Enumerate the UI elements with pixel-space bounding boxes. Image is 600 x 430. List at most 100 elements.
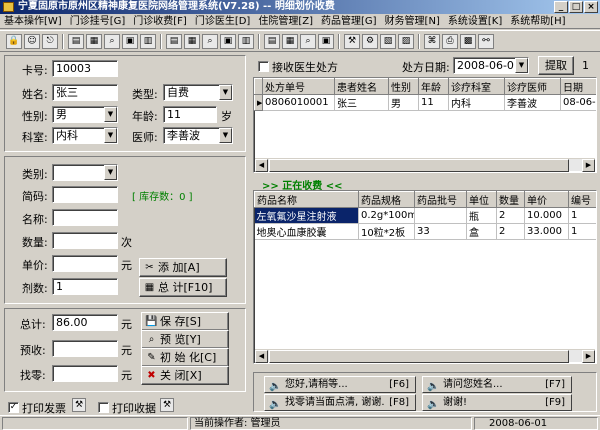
qty-input[interactable]	[52, 232, 118, 249]
form-icon[interactable]: ▦	[86, 34, 102, 49]
chevron-down-icon[interactable]: ▼	[104, 165, 117, 180]
table-cell[interactable]: 1	[568, 207, 596, 224]
print-icon[interactable]: ⎙	[442, 34, 458, 49]
column-header[interactable]: 药品批号	[414, 191, 467, 208]
form-icon[interactable]: ▦	[184, 34, 200, 49]
print-invoice-checkbox[interactable]: ✓	[8, 402, 19, 413]
voice-change-button[interactable]: 🔈 找零请当面点清, 谢谢. [F8]	[264, 394, 416, 411]
age-input[interactable]: 11	[163, 106, 217, 123]
voice-ask-name-button[interactable]: 🔈 请问您姓名... [F7]	[422, 376, 572, 393]
table-row[interactable]: 地奥心血康胶囊 10粒*2板 33 盒 2 33.000 1	[254, 223, 596, 240]
minimize-button[interactable]: _	[554, 1, 568, 13]
add-button[interactable]: ✂ 添 加[A]	[139, 258, 227, 277]
table-row[interactable]: 左氧氟沙星注射液 0.2g*100ml 瓶 2 10.000 1	[254, 207, 596, 224]
receive-prescription-checkbox[interactable]	[258, 61, 269, 72]
table-cell[interactable]: 张三	[334, 94, 389, 111]
binoculars-icon[interactable]: ⚯	[478, 34, 494, 49]
menu-outpatient-charge[interactable]: 门诊收费[F]	[129, 14, 191, 28]
scroll-thumb[interactable]	[269, 159, 569, 172]
prescription-date-picker[interactable]: 2008-06-01 ▼	[453, 57, 529, 74]
window-icon[interactable]: ▤	[264, 34, 280, 49]
lock-icon[interactable]: 🔒	[6, 34, 22, 49]
close-button[interactable]: ✖ 关 闭[X]	[141, 366, 229, 385]
voice-greeting-button[interactable]: 🔈 您好,请稍等... [F6]	[264, 376, 416, 393]
column-header[interactable]: 年龄	[418, 78, 449, 95]
column-header[interactable]: 药品规格	[358, 191, 415, 208]
column-header[interactable]: 单位	[466, 191, 497, 208]
window-icon[interactable]: ▤	[166, 34, 182, 49]
table-cell[interactable]: 0.2g*100ml	[358, 207, 415, 224]
table-cell[interactable]: 1	[568, 223, 596, 240]
preview-button[interactable]: ⌕ 预 览[Y]	[141, 330, 229, 349]
doctor-select[interactable]: 李善波 ▼	[163, 127, 233, 144]
table-cell[interactable]: 11	[418, 94, 449, 111]
column-header[interactable]: 单价	[524, 191, 569, 208]
report-icon[interactable]: ▣	[220, 34, 236, 49]
table-row[interactable]: ▶ 0806010001 张三 男 11 内科 李善波 08-06-0	[254, 94, 596, 111]
table-cell[interactable]: 0806010001	[262, 94, 335, 111]
menu-basic[interactable]: 基本操作[W]	[0, 14, 66, 28]
table-cell[interactable]: 33.000	[524, 223, 569, 240]
column-header[interactable]: 数量	[496, 191, 525, 208]
search-icon[interactable]: ⌕	[300, 34, 316, 49]
patient-type-select[interactable]: 自费 ▼	[163, 84, 233, 101]
fetch-button[interactable]: 提取	[538, 56, 574, 75]
column-header[interactable]: 处方单号	[262, 78, 335, 95]
trash-icon[interactable]: ▥	[140, 34, 156, 49]
table-cell[interactable]: 2	[496, 223, 525, 240]
scroll-left-icon[interactable]: ◀	[255, 159, 268, 172]
scroll-left-icon[interactable]: ◀	[255, 350, 268, 363]
prepaid-input[interactable]	[52, 340, 118, 357]
column-header[interactable]: 诊疗医师	[504, 78, 561, 95]
menu-settings[interactable]: 系统设置[K]	[444, 14, 506, 28]
table-cell[interactable]: 10.000	[524, 207, 569, 224]
report-icon[interactable]: ▣	[122, 34, 138, 49]
table-cell[interactable]	[414, 207, 467, 224]
save-button[interactable]: 💾 保 存[S]	[141, 312, 229, 331]
table-cell[interactable]: 08-06-0	[560, 94, 596, 111]
menu-inpatient[interactable]: 住院管理[Z]	[254, 14, 317, 28]
column-header[interactable]: 日期	[560, 78, 596, 95]
print-settings-icon[interactable]: ⚒	[72, 398, 86, 412]
chevron-down-icon[interactable]: ▼	[104, 128, 117, 143]
chevron-down-icon[interactable]: ▼	[219, 128, 232, 143]
column-header[interactable]: 患者姓名	[334, 78, 389, 95]
voice-thanks-button[interactable]: 🔈 谢谢! [F9]	[422, 394, 572, 411]
charging-hscrollbar[interactable]: ◀ ▶	[255, 349, 595, 363]
form-icon[interactable]: ▦	[282, 34, 298, 49]
table-cell[interactable]: 地奥心血康胶囊	[254, 223, 359, 240]
patient-name-input[interactable]: 张三	[52, 84, 118, 101]
scroll-right-icon[interactable]: ▶	[582, 350, 595, 363]
search-icon[interactable]: ⌕	[202, 34, 218, 49]
item-name-input[interactable]	[52, 209, 118, 226]
card-number-input[interactable]: 10003	[52, 60, 118, 77]
close-window-button[interactable]: ×	[584, 1, 598, 13]
total-input[interactable]: 86.00	[52, 314, 118, 331]
chevron-down-icon[interactable]: ▼	[219, 85, 232, 100]
network-icon[interactable]: ⌘	[424, 34, 440, 49]
prescription-hscrollbar[interactable]: ◀ ▶	[255, 158, 595, 172]
table-cell[interactable]: 男	[388, 94, 419, 111]
column-header[interactable]: 编号	[568, 191, 596, 208]
window-icon[interactable]: ▤	[68, 34, 84, 49]
user-icon[interactable]: ☺	[24, 34, 40, 49]
settings-icon[interactable]: ⚙	[362, 34, 378, 49]
code-input[interactable]	[52, 186, 118, 203]
table-cell[interactable]: 33	[414, 223, 467, 240]
category-select[interactable]: ▼	[52, 164, 118, 181]
print-receipt-checkbox[interactable]	[98, 402, 109, 413]
database-icon[interactable]: ▨	[398, 34, 414, 49]
dept-select[interactable]: 内科 ▼	[52, 127, 118, 144]
print-settings-icon[interactable]: ⚒	[160, 398, 174, 412]
menu-registration[interactable]: 门诊挂号[G]	[66, 14, 130, 28]
init-button[interactable]: ✎ 初 始 化[C]	[141, 348, 229, 367]
maximize-button[interactable]: □	[569, 1, 583, 13]
table-cell[interactable]: 盒	[466, 223, 497, 240]
menu-finance[interactable]: 财务管理[N]	[381, 14, 444, 28]
doses-input[interactable]: 1	[52, 278, 118, 295]
table-cell[interactable]: 2	[496, 207, 525, 224]
chevron-down-icon[interactable]: ▼	[104, 107, 117, 122]
change-input[interactable]	[52, 365, 118, 382]
scroll-thumb[interactable]	[269, 350, 569, 363]
image-icon[interactable]: ▩	[460, 34, 476, 49]
